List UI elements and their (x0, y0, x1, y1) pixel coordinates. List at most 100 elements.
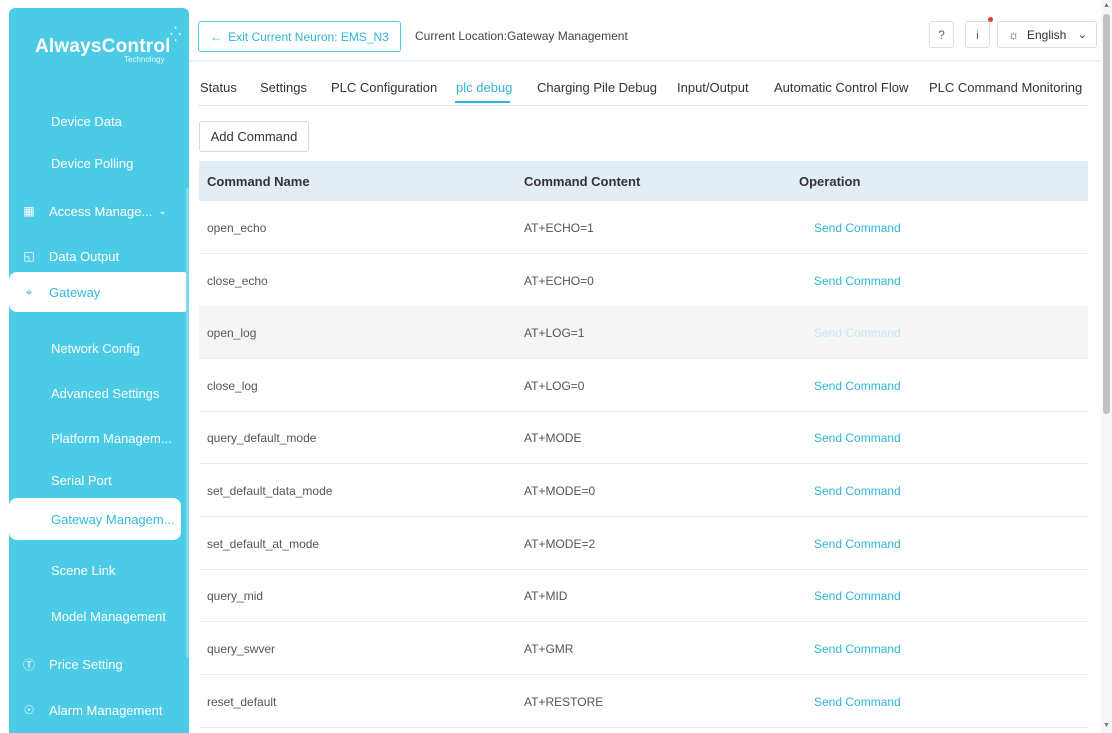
table-row: open_log AT+LOG=1 Send Command (199, 306, 1088, 359)
send-command-link[interactable]: Send Command (814, 379, 901, 393)
send-command-link[interactable]: Send Command (814, 431, 901, 445)
command-content: AT+GMR (524, 642, 574, 656)
tab-status[interactable]: Status (200, 80, 237, 95)
header-divider (189, 60, 1101, 62)
send-command-link[interactable]: Send Command (814, 221, 901, 235)
sidebar-item-label: Gateway Managem... (51, 511, 175, 527)
send-command-link[interactable]: Send Command (814, 642, 901, 656)
sidebar-item-label: Device Polling (51, 155, 134, 171)
sidebar-item-label: Access Manage... (49, 203, 153, 219)
tab-input-output[interactable]: Input/Output (677, 80, 749, 95)
tabs-divider (198, 105, 1088, 106)
sidebar-item-label: Platform Managem... (51, 430, 172, 446)
column-header-command-content: Command Content (524, 174, 641, 189)
sidebar-item-platform-management[interactable]: Platform Managem... (9, 418, 181, 458)
tab-settings[interactable]: Settings (260, 80, 307, 95)
current-location: Current Location:Gateway Management (415, 29, 628, 43)
sidebar-item-label: Model Management (51, 608, 166, 624)
command-name: set_default_at_mode (207, 537, 320, 551)
export-icon: ◱ (23, 249, 35, 263)
send-command-link[interactable]: Send Command (814, 326, 901, 340)
sidebar-item-label: Alarm Management (49, 702, 163, 718)
send-command-link[interactable]: Send Command (814, 695, 901, 709)
table-row: query_swver AT+GMR Send Command (199, 622, 1088, 675)
send-command-link[interactable]: Send Command (814, 537, 901, 551)
sidebar-item-price-setting[interactable]: Ⓣ Price Setting (9, 644, 181, 684)
info-icon[interactable]: i (965, 21, 990, 48)
scrollbar-thumb[interactable] (1103, 14, 1110, 414)
table-row: close_echo AT+ECHO=0 Send Command (199, 254, 1088, 307)
sidebar-item-label: Scene Link (51, 562, 116, 578)
logo: AlwaysControl Technology ⁛ (35, 26, 181, 64)
command-name: set_default_data_mode (207, 484, 333, 498)
sidebar-item-label: Network Config (51, 340, 140, 356)
sidebar-item-network-config[interactable]: Network Config (9, 328, 181, 368)
notification-dot (988, 17, 993, 22)
alarm-icon: ☉ (23, 703, 35, 717)
tab-charging-pile-debug[interactable]: Charging Pile Debug (537, 80, 657, 95)
sidebar-item-label: Data Output (49, 248, 120, 264)
command-content: AT+LOG=0 (524, 379, 585, 393)
command-content: AT+MODE=0 (524, 484, 596, 498)
command-name: open_echo (207, 221, 267, 235)
command-name: reset_default (207, 695, 277, 709)
table-row: query_mid AT+MID Send Command (199, 569, 1088, 622)
command-content: AT+RESTORE (524, 695, 604, 709)
tab-plc-configuration[interactable]: PLC Configuration (331, 80, 437, 95)
globe-icon: ☼ (1008, 27, 1019, 42)
gateway-icon: ⌖ (25, 284, 33, 299)
command-name: close_echo (207, 274, 268, 288)
table-row: open_echo AT+ECHO=1 Send Command (199, 201, 1088, 254)
tab-plc-debug[interactable]: plc debug (456, 80, 512, 95)
sidebar-item-device-polling[interactable]: Device Polling (9, 143, 181, 183)
sidebar-item-access-management[interactable]: ▦ Access Manage... ⌄ (9, 191, 181, 231)
wifi-mark-icon: ⁛ (170, 26, 182, 42)
sidebar-scrollbar[interactable] (186, 188, 189, 658)
sidebar: AlwaysControl Technology ⁛ Device Data D… (9, 8, 189, 733)
scroll-down-icon[interactable]: ▼ (1103, 722, 1110, 729)
send-command-link[interactable]: Send Command (814, 589, 901, 603)
sidebar-item-device-data[interactable]: Device Data (9, 101, 181, 141)
sidebar-item-advanced-settings[interactable]: Advanced Settings (9, 373, 181, 413)
command-content: AT+MODE=2 (524, 537, 596, 551)
table-row: reset_default AT+RESTORE Send Command (199, 675, 1088, 728)
sidebar-item-data-output[interactable]: ◱ Data Output (9, 236, 181, 276)
sidebar-item-alarm-management[interactable]: ☉ Alarm Management (9, 690, 181, 730)
send-command-link[interactable]: Send Command (814, 274, 901, 288)
add-command-button[interactable]: Add Command (199, 121, 309, 152)
command-content: AT+MID (524, 589, 568, 603)
building-icon: ▦ (23, 204, 35, 218)
command-name: close_log (207, 379, 258, 393)
language-select[interactable]: ☼ English ⌄ (997, 21, 1097, 48)
exit-button-label: Exit Current Neuron: EMS_N3 (228, 29, 389, 44)
table-header: Command Name Command Content Operation (199, 161, 1088, 201)
sidebar-item-gateway-management[interactable]: Gateway Managem... (9, 498, 181, 540)
sidebar-item-label: Advanced Settings (51, 385, 160, 401)
language-label: English (1027, 27, 1067, 42)
sidebar-item-serial-port[interactable]: Serial Port (9, 460, 181, 500)
table-row: set_default_at_mode AT+MODE=2 Send Comma… (199, 517, 1088, 570)
exit-neuron-button[interactable]: ← Exit Current Neuron: EMS_N3 (198, 21, 401, 52)
help-icon[interactable]: ? (929, 21, 954, 48)
tab-plc-command-monitoring[interactable]: PLC Command Monitoring (929, 80, 1082, 95)
sidebar-item-gateway[interactable]: ⌖ Gateway (9, 272, 189, 312)
chevron-down-icon: ⌄ (1077, 29, 1087, 41)
page-scrollbar[interactable]: ▲ ▼ (1101, 0, 1112, 733)
command-name: query_mid (207, 589, 264, 603)
command-name: query_swver (207, 642, 276, 656)
table-row: query_default_mode AT+MODE Send Command (199, 411, 1088, 464)
active-tab-indicator (455, 101, 510, 103)
scroll-up-icon[interactable]: ▲ (1103, 2, 1110, 9)
tab-automatic-control-flow[interactable]: Automatic Control Flow (774, 80, 908, 95)
command-name: open_log (207, 326, 257, 340)
sidebar-item-model-management[interactable]: Model Management (9, 596, 181, 636)
sidebar-item-label: Price Setting (49, 656, 123, 672)
sidebar-item-scene-link[interactable]: Scene Link (9, 550, 181, 590)
logo-text: AlwaysControl (35, 36, 171, 57)
column-header-command-name: Command Name (207, 174, 310, 189)
command-content: AT+MODE (524, 431, 582, 445)
send-command-link[interactable]: Send Command (814, 484, 901, 498)
chevron-down-icon: ⌄ (158, 205, 167, 217)
command-content: AT+ECHO=0 (524, 274, 594, 288)
sidebar-item-label: Device Data (51, 113, 122, 129)
